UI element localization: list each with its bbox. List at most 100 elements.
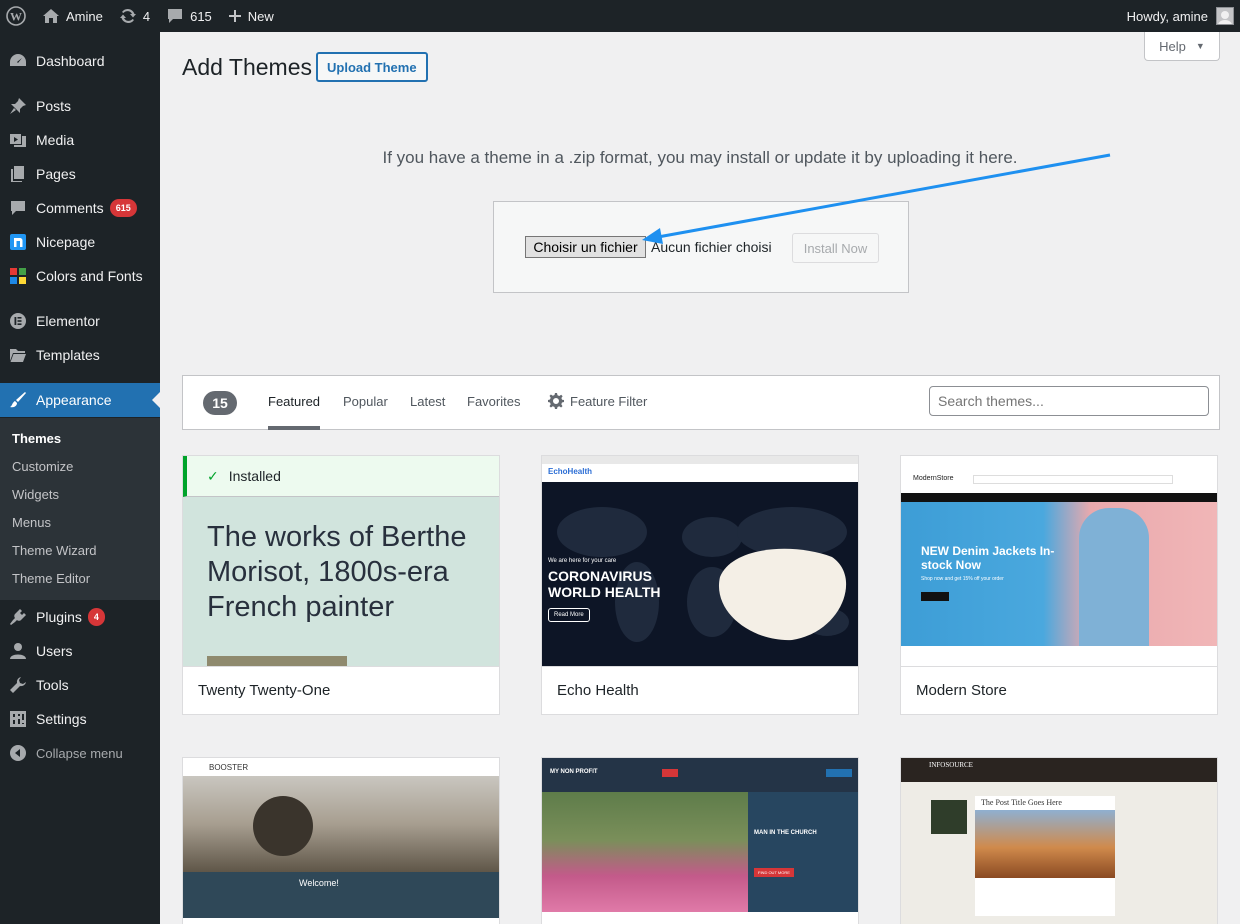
submenu-customize[interactable]: Customize <box>0 452 160 480</box>
new-label: New <box>247 8 274 24</box>
screenshot-button <box>921 592 949 601</box>
gear-icon <box>548 393 564 409</box>
screenshot-kicker: We are here for your care <box>548 558 617 564</box>
menu-settings[interactable]: Settings <box>0 702 160 736</box>
menu-colors-fonts[interactable]: Colors and Fonts <box>0 259 160 293</box>
installed-label: Installed <box>228 468 281 484</box>
theme-card-echo-health[interactable]: EchoHealth We are here for your care COR… <box>541 455 859 715</box>
help-button[interactable]: Help ▼ <box>1144 32 1220 61</box>
comments-link[interactable]: 615 <box>158 0 220 32</box>
new-content-link[interactable]: New <box>220 0 282 32</box>
appearance-submenu: Themes Customize Widgets Menus Theme Wiz… <box>0 418 160 600</box>
screenshot-topbar <box>542 456 858 464</box>
theme-card-my-non-profit[interactable]: MY NON PROFIT MAN IN THE CHURCH FIND OUT… <box>541 757 859 924</box>
search-themes-input[interactable] <box>929 386 1209 416</box>
submenu-menus[interactable]: Menus <box>0 508 160 536</box>
tab-latest[interactable]: Latest <box>410 394 445 409</box>
theme-card-booster[interactable]: BOOSTER Welcome! <box>182 757 500 924</box>
collapse-icon <box>0 744 36 762</box>
screenshot-nav: MY NON PROFIT <box>542 758 858 792</box>
screenshot-logo: BOOSTER <box>209 763 249 772</box>
site-name: Amine <box>66 8 103 24</box>
choose-file-button[interactable]: Choisir un fichier <box>525 236 646 258</box>
submenu-theme-wizard[interactable]: Theme Wizard <box>0 536 160 564</box>
collapse-menu-button[interactable]: Collapse menu <box>0 736 160 770</box>
wordpress-logo-icon[interactable]: W <box>0 0 34 32</box>
theme-name: Echo Health <box>542 666 858 714</box>
screenshot-nav: EchoHealth <box>542 464 858 482</box>
admin-sidebar: Dashboard Posts Media Pages Comments 615… <box>0 32 160 924</box>
screenshot-nav-active <box>662 769 678 777</box>
page-title: Add Themes <box>182 54 312 80</box>
plus-icon <box>228 10 241 22</box>
menu-nicepage[interactable]: Nicepage <box>0 225 160 259</box>
theme-screenshot: BOOSTER Welcome! <box>183 758 499 924</box>
screenshot-headline: The Post Title Goes Here <box>981 798 1062 807</box>
menu-appearance[interactable]: Appearance <box>0 383 160 417</box>
menu-comments[interactable]: Comments 615 <box>0 191 160 225</box>
menu-plugins[interactable]: Plugins 4 <box>0 600 160 634</box>
screenshot-logo: MY NON PROFIT <box>550 769 598 775</box>
pages-icon <box>0 165 36 183</box>
tab-favorites[interactable]: Favorites <box>467 394 520 409</box>
chevron-down-icon: ▼ <box>1195 41 1205 51</box>
theme-screenshot: ModernStore NEW Denim Jackets In-stock N… <box>901 456 1217 666</box>
svg-text:W: W <box>10 10 22 24</box>
brush-icon <box>0 391 36 409</box>
dashboard-icon <box>0 52 36 70</box>
comments-badge: 615 <box>109 199 137 217</box>
help-label: Help <box>1159 38 1186 54</box>
palette-icon <box>0 267 36 285</box>
theme-name: Twenty Twenty-One <box>183 666 499 714</box>
menu-elementor[interactable]: Elementor <box>0 304 160 338</box>
screenshot-welcome-band: Welcome! <box>183 872 499 918</box>
menu-templates[interactable]: Templates <box>0 338 160 372</box>
screenshot-sidepanel: MAN IN THE CHURCH FIND OUT MORE <box>748 792 858 912</box>
screenshot-logo: ModernStore <box>913 475 954 482</box>
screenshot-desert-photo <box>975 810 1115 878</box>
submenu-themes[interactable]: Themes <box>0 424 160 452</box>
checkmark-icon: ✓ <box>207 467 219 484</box>
updates-link[interactable]: 4 <box>111 0 158 32</box>
comment-icon <box>0 200 36 216</box>
theme-screenshot: EchoHealth We are here for your care COR… <box>542 456 858 666</box>
menu-posts[interactable]: Posts <box>0 89 160 123</box>
theme-card-modern-store[interactable]: ModernStore NEW Denim Jackets In-stock N… <box>900 455 1218 715</box>
submenu-widgets[interactable]: Widgets <box>0 480 160 508</box>
screenshot-model <box>1079 508 1149 646</box>
screenshot-post: The Post Title Goes Here <box>975 796 1115 916</box>
my-account[interactable]: Howdy, amine <box>1127 7 1240 25</box>
screenshot-headline: NEW Denim Jackets In-stock Now <box>921 544 1055 572</box>
screenshot-searchbar <box>973 475 1173 484</box>
tab-popular[interactable]: Popular <box>343 394 388 409</box>
screenshot-propeller <box>253 796 313 856</box>
home-icon <box>43 9 59 23</box>
tab-featured[interactable]: Featured <box>268 394 321 430</box>
menu-users[interactable]: Users <box>0 634 160 668</box>
install-now-button[interactable]: Install Now <box>792 233 879 263</box>
theme-filter-bar: 15 Featured Popular Latest Favorites Fea… <box>182 375 1220 430</box>
menu-media[interactable]: Media <box>0 123 160 157</box>
screenshot-headline: The works of Berthe Morisot, 1800s-era F… <box>207 521 467 623</box>
plugin-icon <box>0 608 36 626</box>
menu-pages[interactable]: Pages <box>0 157 160 191</box>
upload-form: Choisir un fichier Aucun fichier choisi … <box>493 201 909 293</box>
site-name-link[interactable]: Amine <box>34 0 111 32</box>
screenshot-logo: INFOSOURCE <box>929 761 973 769</box>
comment-icon <box>168 9 183 23</box>
screenshot-date-box <box>931 800 967 834</box>
screenshot-nav <box>901 493 1217 502</box>
menu-dashboard[interactable]: Dashboard <box>0 44 160 78</box>
theme-card-twenty-twenty-one[interactable]: ✓ Installed The works of Berthe Morisot,… <box>182 455 500 715</box>
feature-filter-button[interactable]: Feature Filter <box>548 393 647 409</box>
submenu-theme-editor[interactable]: Theme Editor <box>0 564 160 592</box>
installed-notice: ✓ Installed <box>183 456 499 497</box>
howdy-text: Howdy, amine <box>1126 8 1208 24</box>
upload-theme-button[interactable]: Upload Theme <box>316 52 428 82</box>
screenshot-button: Read More <box>548 608 590 622</box>
menu-tools[interactable]: Tools <box>0 668 160 702</box>
wrench-icon <box>0 676 36 694</box>
updates-icon <box>119 8 136 24</box>
users-icon <box>0 642 36 660</box>
theme-card-infosource[interactable]: INFOSOURCE The Post Title Goes Here <box>900 757 1218 924</box>
